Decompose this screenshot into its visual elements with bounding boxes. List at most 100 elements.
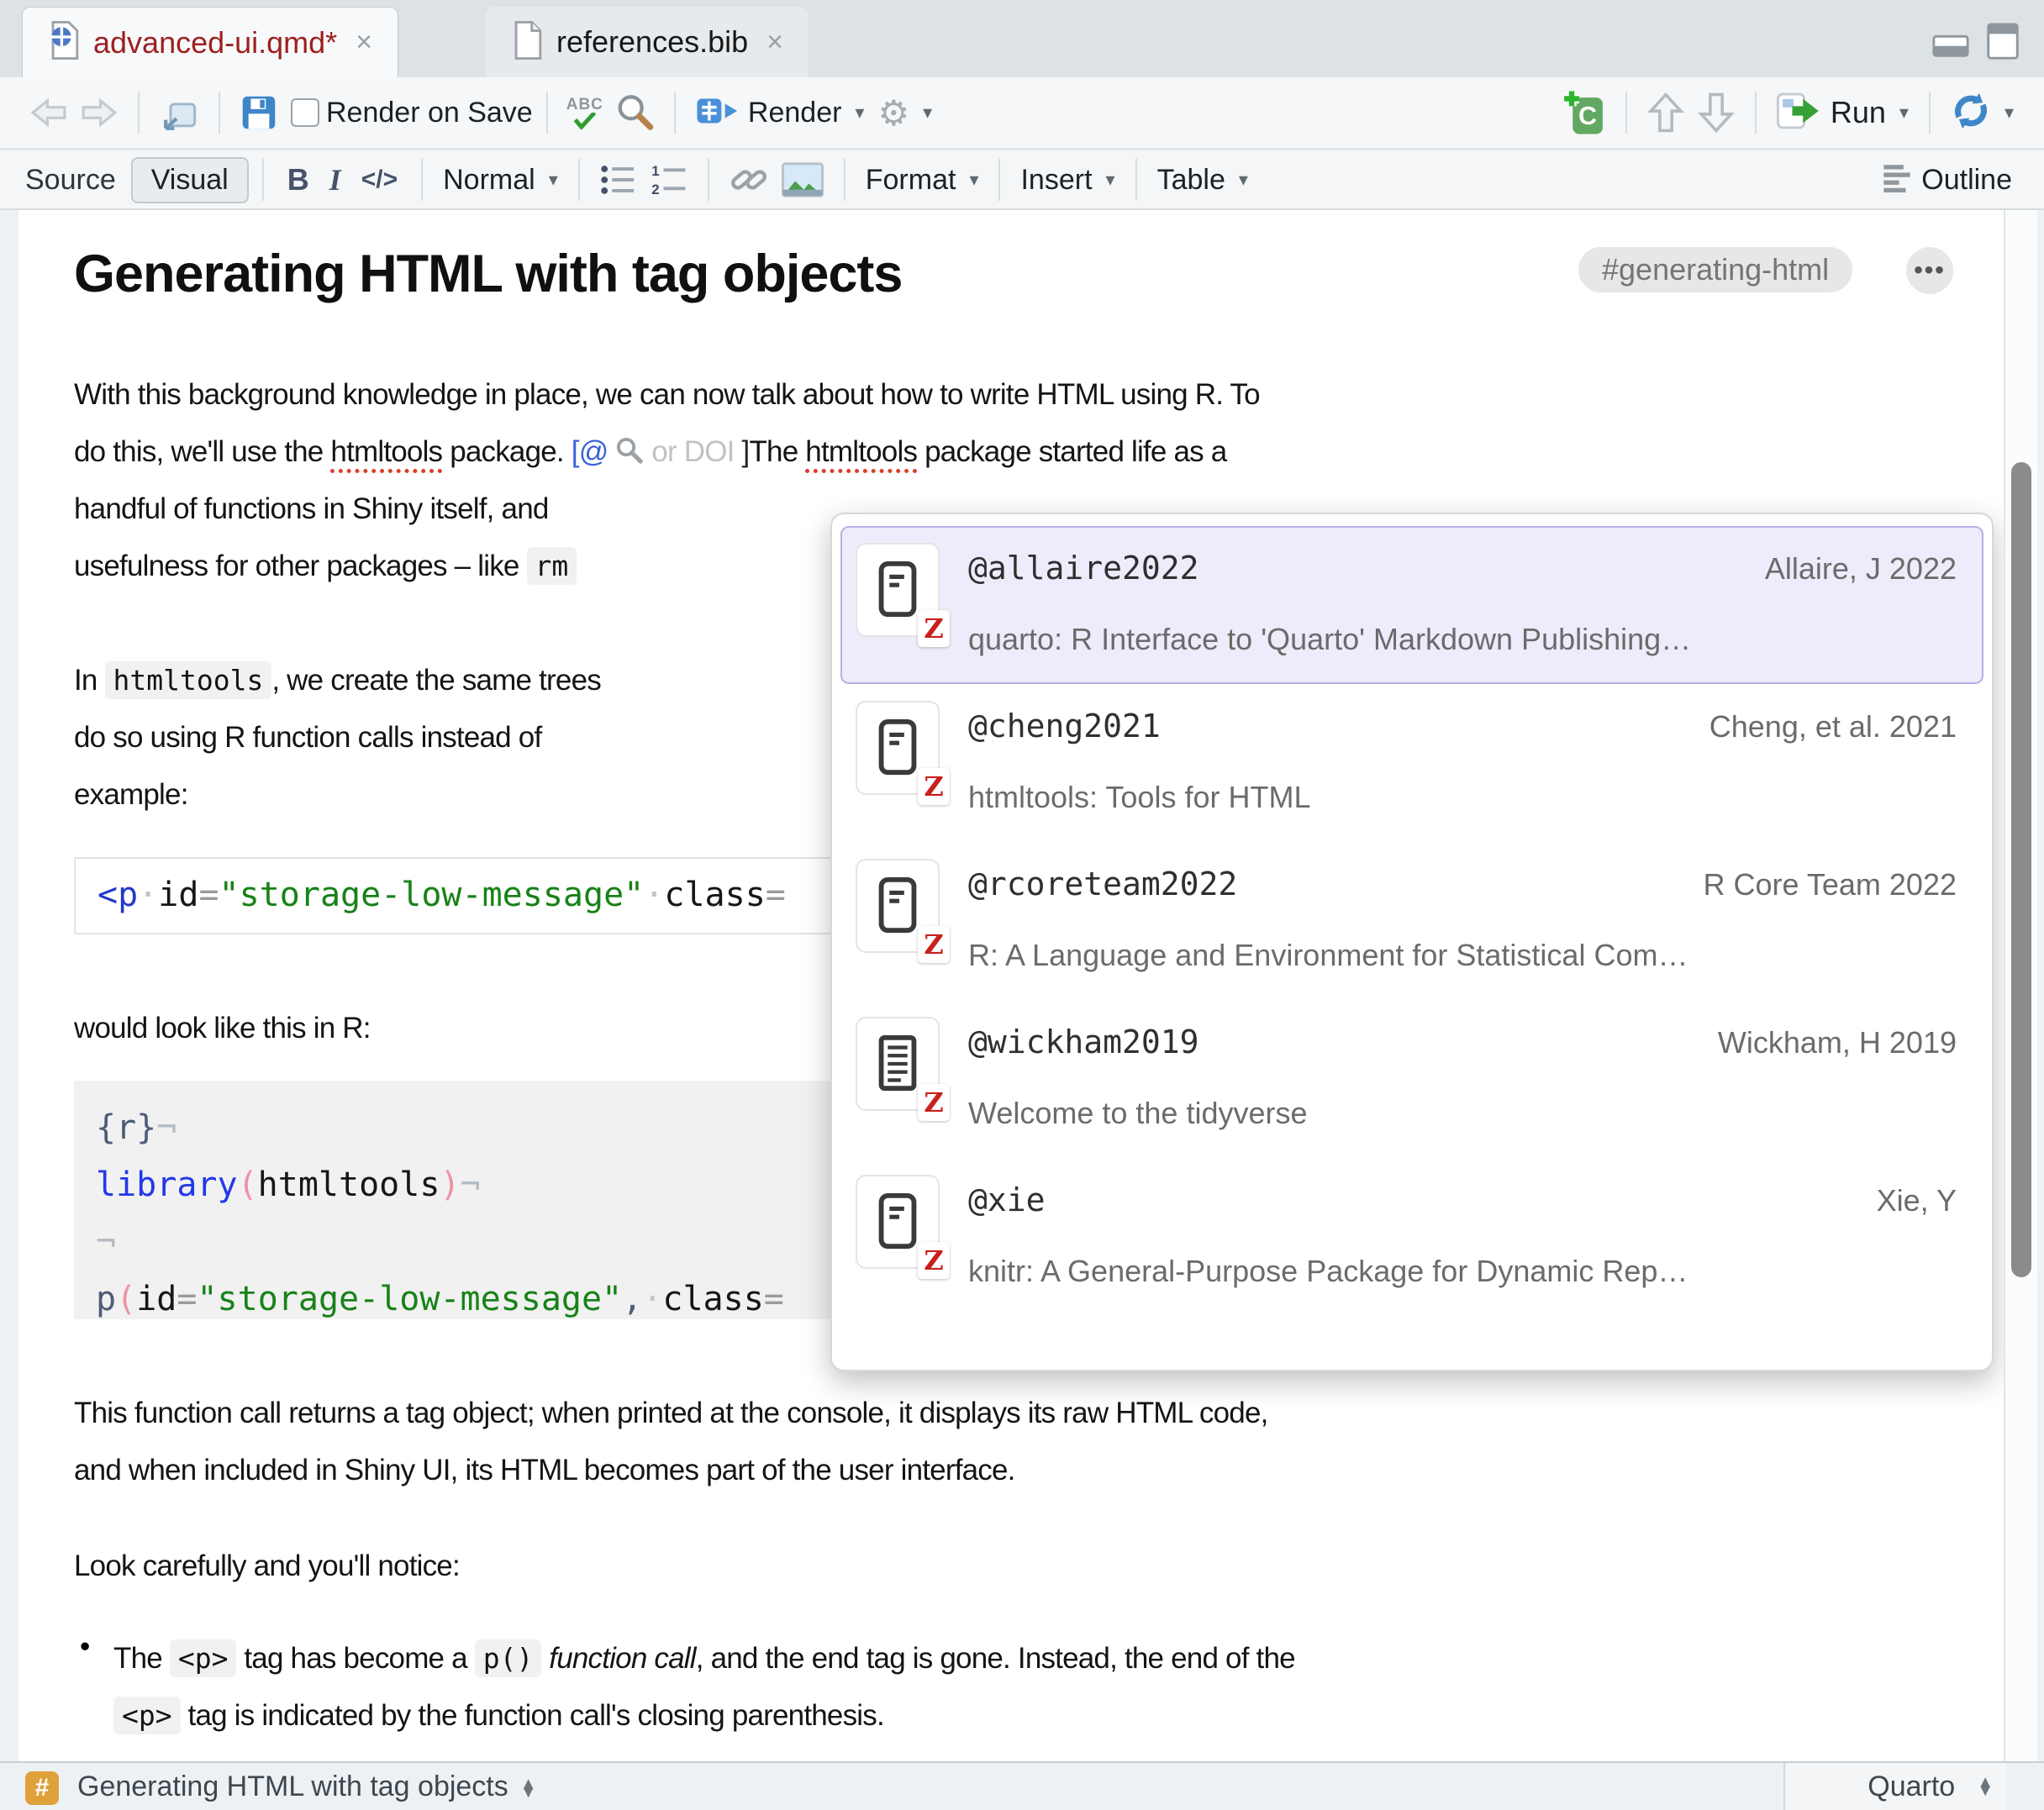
visual-mode-button[interactable]: Visual xyxy=(131,157,249,203)
close-icon[interactable]: × xyxy=(356,26,372,59)
source-mode-button[interactable]: Source xyxy=(25,164,116,197)
bulleted-list-icon[interactable] xyxy=(600,163,637,197)
popout-window-icon[interactable] xyxy=(160,94,198,131)
tab-references-bib[interactable]: references.bib × xyxy=(486,7,809,77)
chevron-down-icon: ▾ xyxy=(855,102,864,124)
bold-button[interactable]: B xyxy=(287,162,309,197)
citation-item-allaire2022[interactable]: Z @allaire2022 Allaire, J 2022 quarto: R… xyxy=(840,526,1983,684)
separator xyxy=(546,92,548,134)
save-icon[interactable] xyxy=(240,94,277,131)
spellcheck-word: htmltools xyxy=(805,435,917,473)
citation-completion-popup: Z @allaire2022 Allaire, J 2022 quarto: R… xyxy=(830,513,1994,1371)
document-mode-selector[interactable]: Quarto▲▼ xyxy=(1783,1763,2007,1810)
editor-tab-bar: advanced-ui.qmd* × references.bib × xyxy=(0,0,2044,79)
paragraph-line: handful of functions in Shiny itself, an… xyxy=(74,481,549,538)
spellcheck-icon[interactable]: ABC xyxy=(566,97,603,129)
paragraph-style-dropdown[interactable]: Normal ▾ xyxy=(443,164,558,197)
citation-key: @cheng2021 xyxy=(968,708,1161,745)
source-button[interactable]: ▾ xyxy=(1951,91,2014,135)
minimize-pane-icon[interactable] xyxy=(1931,22,1970,65)
chevron-down-icon: ▾ xyxy=(969,169,978,191)
citation-key: @wickham2019 xyxy=(968,1023,1199,1060)
citation-key: @rcoreteam2022 xyxy=(968,866,1237,902)
paragraph-line: do this, we'll use the htmltools package… xyxy=(74,424,1226,481)
reference-type-icon: Z xyxy=(856,1017,940,1111)
separator xyxy=(1135,159,1137,201)
back-icon[interactable] xyxy=(30,97,67,129)
scrollbar-thumb[interactable] xyxy=(2011,462,2031,1277)
tab-advanced-ui-qmd[interactable]: advanced-ui.qmd* × xyxy=(22,7,398,77)
reference-type-icon: Z xyxy=(856,1175,940,1269)
list-item-line: <p> tag is indicated by the function cal… xyxy=(113,1687,884,1744)
insert-menu[interactable]: Insert ▾ xyxy=(1020,164,1114,197)
chevron-down-icon: ▾ xyxy=(1899,102,1909,124)
separator xyxy=(708,159,709,201)
visual-editor-format-bar: Source Visual B I </> Normal ▾ 12 Format… xyxy=(0,151,2044,210)
citation-author-year: Wickham, H 2019 xyxy=(1718,1025,1957,1060)
maximize-pane-icon[interactable] xyxy=(1983,22,2022,65)
outline-button[interactable]: Outline xyxy=(1881,164,2012,197)
paragraph-line: do so using R function calls instead of xyxy=(74,709,541,766)
inline-code: <p> xyxy=(170,1639,237,1677)
forward-icon[interactable] xyxy=(81,97,118,129)
separator xyxy=(1755,92,1757,134)
table-menu[interactable]: Table ▾ xyxy=(1157,164,1248,197)
citation-item-xie[interactable]: Z @xie Xie, Y knitr: A General-Purpose P… xyxy=(840,1158,1983,1316)
separator xyxy=(1625,92,1627,134)
citation-item-rcoreteam2022[interactable]: Z @rcoreteam2022 R Core Team 2022 R: A L… xyxy=(840,842,1983,1000)
chunk-down-icon[interactable] xyxy=(1698,92,1735,134)
paragraph-line: usefulness for other packages – like rm xyxy=(74,538,577,595)
citation-key: @allaire2022 xyxy=(968,550,1199,587)
format-menu[interactable]: Format ▾ xyxy=(866,164,979,197)
rstudio-source-pane: advanced-ui.qmd* × references.bib × xyxy=(0,0,2044,1810)
italic-button[interactable]: I xyxy=(329,162,341,197)
inline-code: rm xyxy=(527,547,577,585)
code-button[interactable]: </> xyxy=(361,166,398,194)
zotero-badge: Z xyxy=(918,1242,950,1279)
separator xyxy=(674,92,676,134)
vertical-scrollbar[interactable] xyxy=(2004,210,2037,1761)
section-anchor-badge[interactable]: #generating-html xyxy=(1578,247,1852,292)
render-button[interactable]: Render ▾ xyxy=(696,95,865,131)
numbered-list-icon[interactable]: 12 xyxy=(651,163,687,197)
link-icon[interactable] xyxy=(730,161,768,198)
close-icon[interactable]: × xyxy=(766,26,783,59)
outline-icon xyxy=(1881,164,1913,197)
editor-status-bar: # Generating HTML with tag objects▲▼ Qua… xyxy=(0,1761,2044,1810)
inline-code: p() xyxy=(475,1639,542,1677)
quarto-file-icon xyxy=(48,21,80,64)
section-navigator[interactable]: Generating HTML with tag objects▲▼ xyxy=(77,1763,537,1810)
separator xyxy=(421,159,423,201)
run-button[interactable]: Run ▾ xyxy=(1777,91,1909,135)
zotero-badge: Z xyxy=(918,768,950,805)
citation-inline-open: [@ xyxy=(572,435,608,468)
citation-key: @xie xyxy=(968,1181,1046,1218)
citation-item-wickham2019[interactable]: Z @wickham2019 Wickham, H 2019 Welcome t… xyxy=(840,1000,1983,1158)
paragraph-line: This function call returns a tag object;… xyxy=(74,1385,1268,1442)
render-settings-button[interactable]: ⚙ ▾ xyxy=(877,92,932,134)
visual-editor-canvas[interactable]: Generating HTML with tag objects #genera… xyxy=(18,210,2005,1761)
paragraph-line: In htmltools, we create the same trees xyxy=(74,652,601,709)
citation-item-cheng2021[interactable]: Z @cheng2021 Cheng, et al. 2021 htmltool… xyxy=(840,684,1983,842)
paragraph-line: and when included in Shiny UI, its HTML … xyxy=(74,1442,1015,1499)
reference-type-icon: Z xyxy=(856,701,940,795)
search-icon[interactable] xyxy=(615,93,654,132)
inline-code: htmltools xyxy=(105,661,272,699)
up-down-icon: ▲▼ xyxy=(520,1780,537,1797)
insert-chunk-button[interactable]: C xyxy=(1562,89,1605,136)
separator xyxy=(844,159,846,201)
citation-title: R: A Language and Environment for Statis… xyxy=(968,938,1688,973)
image-icon[interactable] xyxy=(782,162,824,197)
section-options-button[interactable]: ••• xyxy=(1906,247,1953,294)
citation-author-year: R Core Team 2022 xyxy=(1704,867,1957,902)
chevron-down-icon: ▾ xyxy=(2004,102,2014,124)
chunk-up-icon[interactable] xyxy=(1647,92,1684,134)
chevron-down-icon: ▾ xyxy=(1239,169,1248,191)
separator xyxy=(578,159,580,201)
separator xyxy=(138,92,140,134)
search-icon xyxy=(615,435,644,468)
svg-text:C: C xyxy=(1578,102,1597,130)
citation-title: knitr: A General-Purpose Package for Dyn… xyxy=(968,1254,1688,1289)
up-down-icon: ▲▼ xyxy=(1977,1778,1994,1796)
render-on-save-checkbox[interactable] xyxy=(291,98,319,127)
